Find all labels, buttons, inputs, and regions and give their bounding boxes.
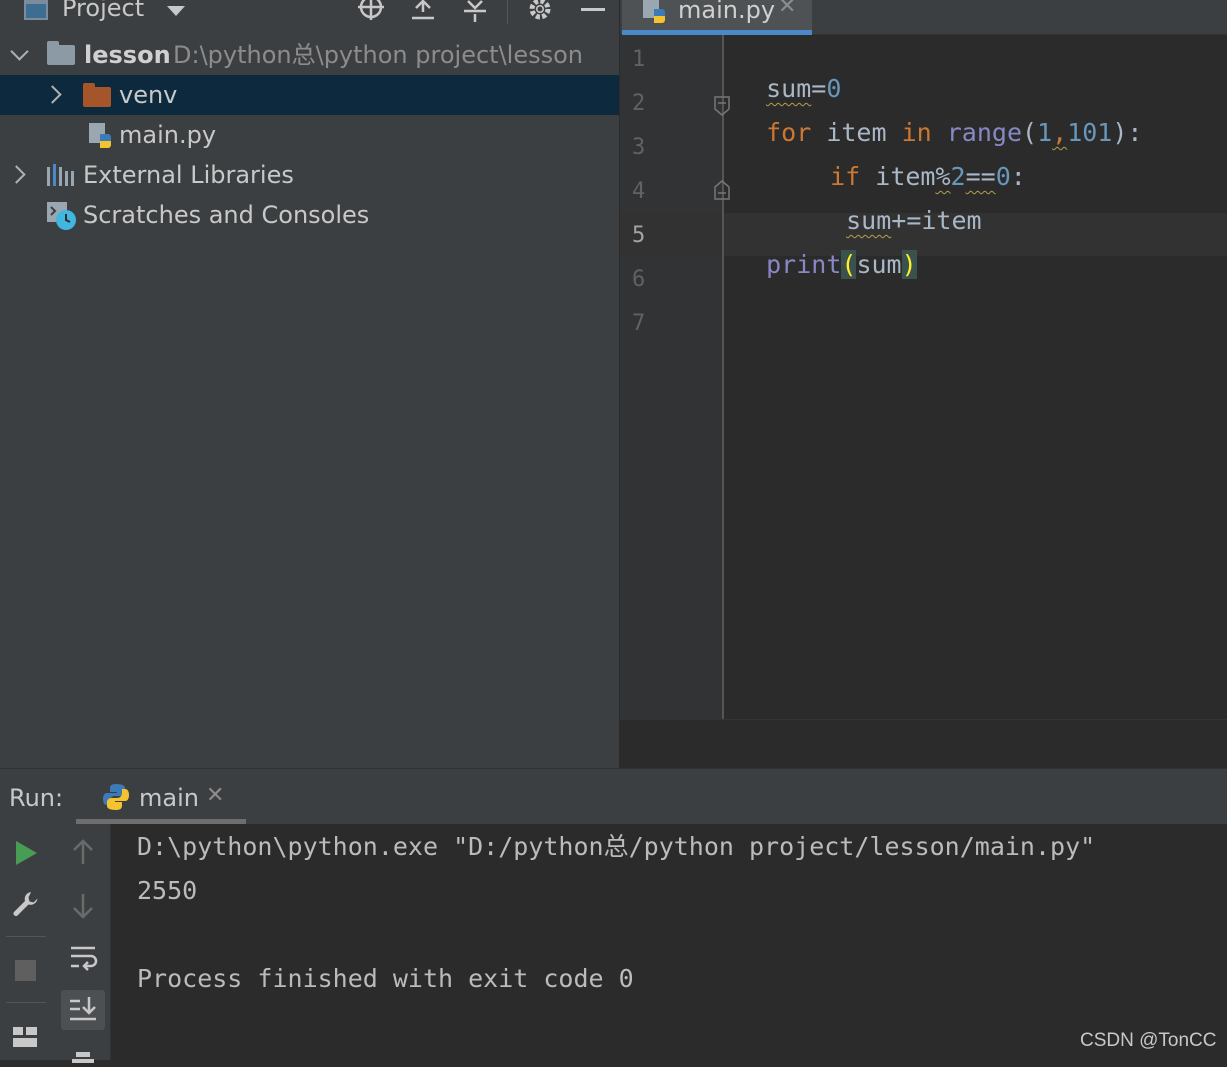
- close-icon[interactable]: ✕: [206, 783, 224, 808]
- editor-bottom-area: [620, 719, 1227, 769]
- code-token: 0: [995, 162, 1011, 191]
- code-token: print: [766, 250, 842, 279]
- python-icon: [102, 783, 130, 811]
- chevron-down-icon[interactable]: [10, 42, 29, 61]
- fold-end-marker-icon[interactable]: [714, 180, 730, 200]
- project-view-icon: [24, 0, 48, 20]
- console-line-result: 2550: [137, 876, 198, 905]
- line-number: 7: [632, 311, 646, 336]
- console-line-exit: Process finished with exit code 0: [137, 964, 634, 993]
- run-tab-main[interactable]: main ✕: [76, 769, 246, 825]
- layout-icon[interactable]: [12, 1026, 38, 1048]
- chevron-right-icon[interactable]: [7, 165, 26, 184]
- line-number: 4: [632, 179, 646, 204]
- line-number: 1: [632, 47, 646, 72]
- collapse-all-icon[interactable]: [462, 0, 488, 22]
- folder-excluded-icon: [83, 87, 111, 107]
- tree-label-main-py: main.py: [119, 121, 217, 149]
- tree-item-venv[interactable]: venv: [0, 75, 619, 115]
- python-file-icon: [88, 122, 114, 150]
- matching-brace: ): [901, 250, 917, 279]
- gutter-separator: [722, 35, 724, 719]
- wrench-icon[interactable]: [11, 890, 39, 918]
- hide-icon[interactable]: [581, 8, 605, 11]
- project-panel-header: Project: [0, 0, 619, 28]
- stop-icon[interactable]: [15, 960, 36, 981]
- library-icon: [46, 163, 76, 187]
- tree-label-venv: venv: [119, 81, 178, 109]
- tab-label: main.py: [678, 0, 776, 24]
- matching-brace: (: [841, 250, 857, 279]
- console-line-command: D:\python\python.exe "D:/python总/python …: [137, 832, 1096, 861]
- scroll-to-end-icon[interactable]: [61, 990, 105, 1030]
- locate-icon[interactable]: [358, 0, 384, 20]
- close-icon[interactable]: ✕: [778, 0, 796, 19]
- gear-icon[interactable]: [527, 0, 553, 22]
- arrow-down-icon[interactable]: [71, 892, 95, 920]
- code-line-5: print(sum): [736, 220, 917, 280]
- toolbar-divider: [6, 936, 46, 937]
- run-toolbar-right: [55, 824, 111, 1063]
- soft-wrap-icon[interactable]: [69, 944, 99, 972]
- line-number: 3: [632, 135, 646, 160]
- fold-marker-icon[interactable]: [714, 96, 730, 116]
- rerun-icon[interactable]: [16, 841, 37, 865]
- tree-path-lesson: D:\python总\python project\lesson: [173, 41, 583, 69]
- tree-label-lesson: lesson: [84, 41, 171, 69]
- code-token: 101: [1067, 118, 1113, 147]
- header-divider: [507, 0, 508, 24]
- project-panel-title[interactable]: Project: [62, 0, 144, 22]
- run-tool-window-header: Run: main ✕: [0, 768, 1227, 825]
- python-file-icon: [642, 0, 668, 26]
- folder-icon: [47, 45, 75, 65]
- tree-item-main-py[interactable]: main.py: [0, 115, 619, 155]
- tree-label-scratches: Scratches and Consoles: [83, 201, 370, 229]
- folder-tab: [83, 83, 95, 89]
- run-toolbar-left: [0, 824, 55, 1060]
- code-token: 1: [1037, 118, 1053, 147]
- scratches-icon: [46, 201, 78, 231]
- arrow-up-icon[interactable]: [71, 838, 95, 866]
- tree-label-external-libraries: External Libraries: [83, 161, 294, 189]
- expand-all-icon[interactable]: [410, 0, 436, 22]
- tree-item-external-libraries[interactable]: External Libraries: [0, 155, 619, 195]
- run-label: Run:: [9, 784, 64, 812]
- chevron-right-icon[interactable]: [43, 85, 62, 104]
- code-token: sum: [856, 250, 902, 279]
- code-token: ,: [1052, 118, 1068, 147]
- tree-item-lesson[interactable]: lesson D:\python总\python project\lesson: [0, 35, 619, 75]
- line-number: 2: [632, 91, 646, 116]
- code-token: :: [1010, 162, 1026, 191]
- watermark: CSDN @TonCC: [1080, 1030, 1217, 1051]
- toolbar-divider: [6, 1002, 46, 1003]
- code-token: ):: [1112, 118, 1143, 147]
- run-tab-label: main: [139, 784, 199, 812]
- project-dropdown-icon[interactable]: [167, 6, 185, 16]
- line-number: 6: [632, 267, 646, 292]
- tree-item-scratches[interactable]: Scratches and Consoles: [0, 195, 619, 235]
- print-icon[interactable]: [71, 1048, 95, 1063]
- line-number-current: 5: [632, 223, 646, 248]
- folder-tab: [47, 41, 59, 47]
